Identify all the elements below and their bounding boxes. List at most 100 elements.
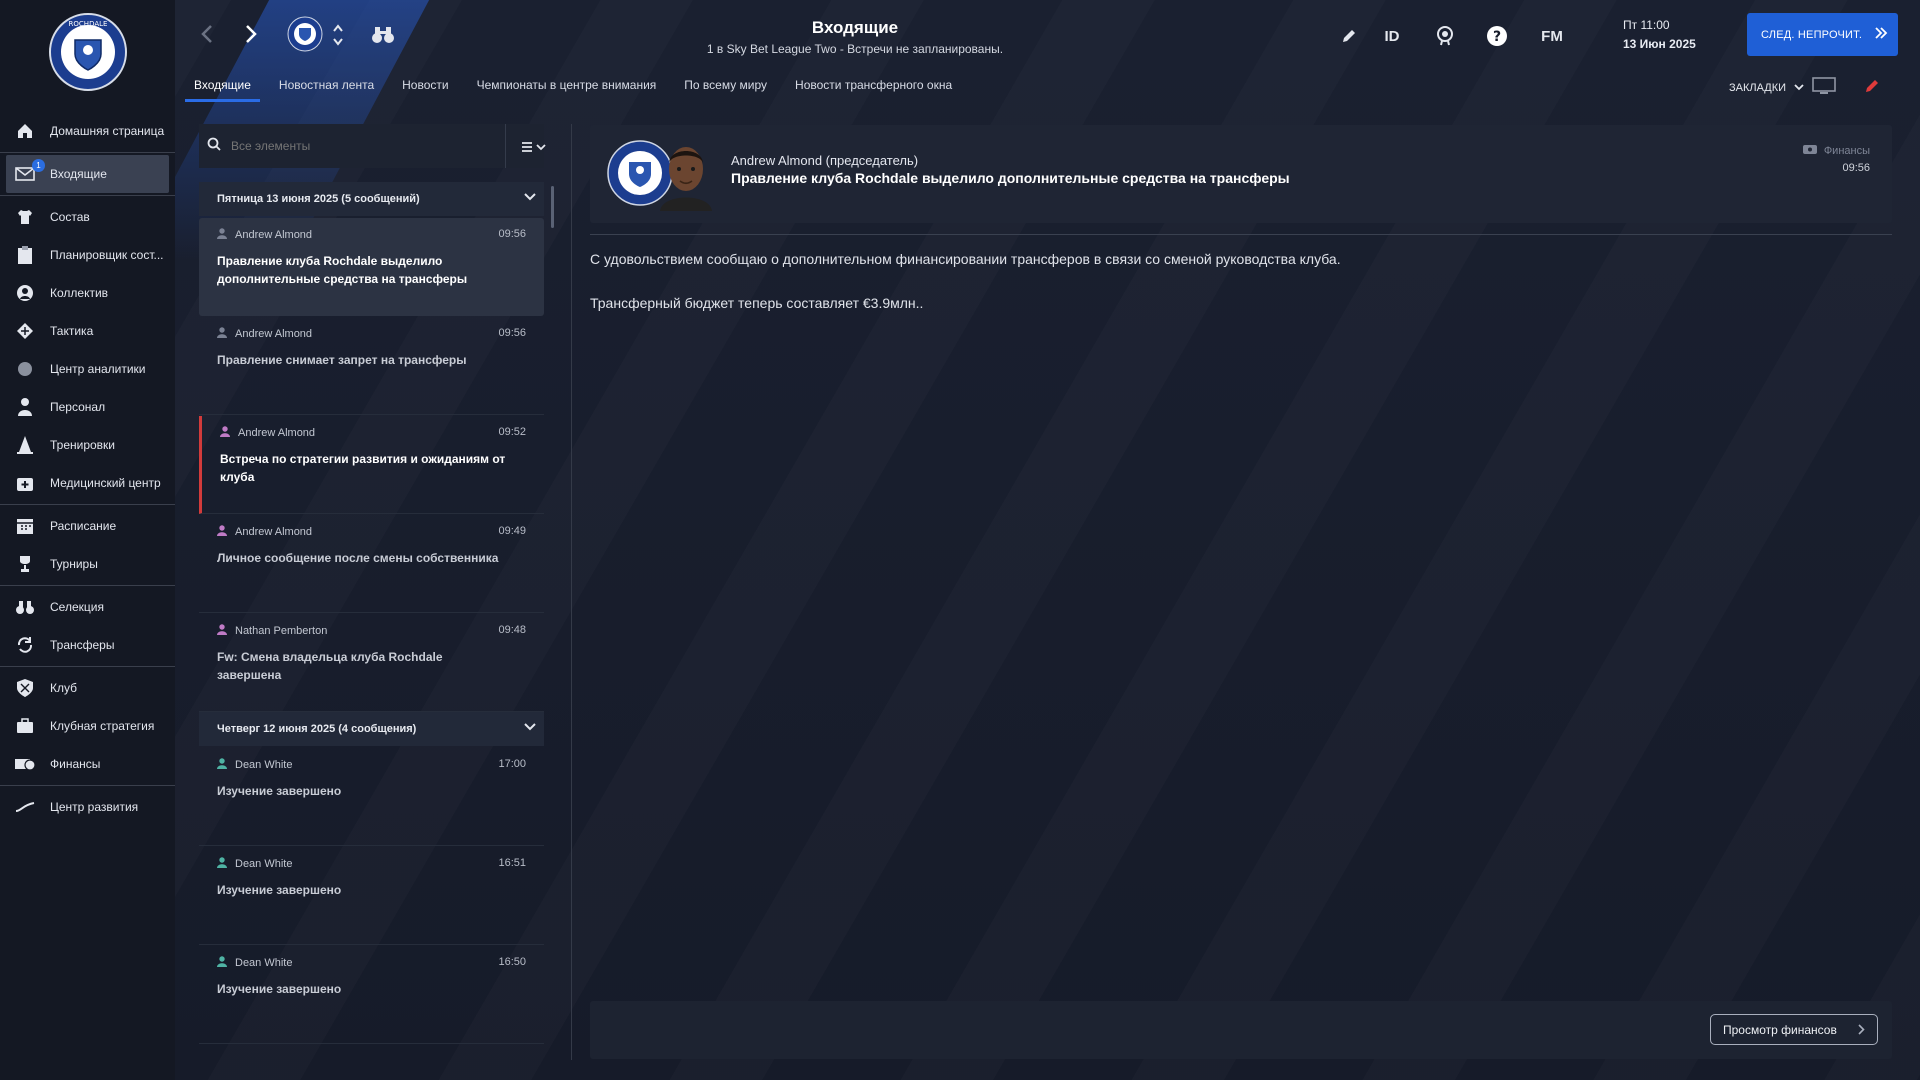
message-time: 09:56	[1842, 162, 1870, 174]
sidebar-item-transfers[interactable]: Трансферы	[0, 626, 175, 664]
tab-transfer-window-news[interactable]: Новости трансферного окна	[786, 74, 961, 102]
page-subtitle: 1 в Sky Bet League Two - Встречи не запл…	[706, 42, 1004, 56]
message-body: С удовольствием сообщаю о дополнительном…	[590, 248, 1890, 336]
sidebar-item-squad-planner[interactable]: Планировщик сост...	[0, 236, 175, 274]
message-sender: Dean White	[235, 759, 293, 771]
list-item[interactable]: Dean White 16:51 Изучение завершено	[199, 847, 544, 945]
sidebar-item-finances[interactable]: Финансы	[0, 745, 175, 783]
divider	[0, 585, 175, 586]
award-icon[interactable]	[1433, 24, 1457, 48]
chevron-down-icon[interactable]	[524, 192, 536, 205]
body-paragraph: С удовольствием сообщаю о дополнительном…	[590, 251, 1341, 267]
pencil-icon[interactable]	[1864, 78, 1880, 97]
search-input[interactable]	[231, 139, 491, 153]
sort-menu-icon[interactable]	[521, 140, 547, 158]
message-time: 17:00	[498, 758, 526, 770]
help-icon[interactable]: ?	[1485, 24, 1509, 48]
binoculars-icon	[14, 596, 36, 618]
fm-menu-button[interactable]: FM	[1535, 24, 1569, 48]
message-subject: Правление клуба Rochdale выделило дополн…	[217, 254, 468, 286]
search-icon	[207, 137, 221, 156]
next-unread-button[interactable]: СЛЕД. НЕПРОЧИТ.	[1747, 13, 1898, 56]
bookmarks-menu[interactable]: ЗАКЛАДКИ	[1729, 76, 1880, 99]
sidebar-item-training[interactable]: Тренировки	[0, 426, 175, 464]
message-subject: Fw: Смена владельца клуба Rochdale завер…	[217, 650, 443, 682]
club-crest[interactable]: ROCHDALE	[48, 12, 128, 92]
monitor-icon[interactable]	[1812, 76, 1836, 99]
list-item[interactable]: Nathan Pemberton 09:48 Fw: Смена владель…	[199, 614, 544, 712]
avatar[interactable]	[656, 135, 716, 211]
list-item[interactable]: Andrew Almond 09:56 Правление снимает за…	[199, 317, 544, 415]
message-header: Andrew Almond (председатель) Правление к…	[590, 125, 1892, 223]
sidebar-item-dynamics[interactable]: Коллектив	[0, 274, 175, 312]
sidebar-item-medical[interactable]: Медицинский центр	[0, 464, 175, 502]
id-button[interactable]: ID	[1380, 24, 1404, 48]
double-chevron-right-icon	[1874, 26, 1888, 43]
chevron-down-icon[interactable]	[524, 722, 536, 735]
divider	[0, 504, 175, 505]
person-icon	[220, 426, 230, 440]
list-item[interactable]: Andrew Almond 09:49 Личное сообщение пос…	[199, 515, 544, 613]
sidebar-item-label: Медицинский центр	[50, 476, 161, 490]
tab-inbox[interactable]: Входящие	[185, 74, 260, 102]
tab-news-feed[interactable]: Новостная лента	[270, 74, 383, 102]
tab-news[interactable]: Новости	[393, 74, 457, 102]
group-title: Пятница 13 июня 2025 (5 сообщений)	[217, 193, 420, 205]
list-item[interactable]: Andrew Almond 09:56 Правление клуба Roch…	[199, 218, 544, 316]
sidebar-item-squad[interactable]: Состав	[0, 198, 175, 236]
sidebar-item-competitions[interactable]: Турниры	[0, 545, 175, 583]
message-time: 09:56	[498, 327, 526, 339]
money-icon	[14, 753, 36, 775]
sidebar-item-club-vision[interactable]: Клубная стратегия	[0, 707, 175, 745]
sidebar-item-label: Клуб	[50, 681, 77, 695]
divider	[505, 124, 506, 168]
sidebar-item-schedule[interactable]: Расписание	[0, 507, 175, 545]
svg-text:?: ?	[1493, 29, 1501, 45]
sidebar-item-label: Состав	[50, 210, 90, 224]
sidebar-item-development[interactable]: Центр развития	[0, 788, 175, 826]
sidebar-item-scouting[interactable]: Селекция	[0, 588, 175, 626]
sidebar-item-club[interactable]: Клуб	[0, 669, 175, 707]
sidebar: ROCHDALE Домашняя страница 1 Входящие Со…	[0, 0, 175, 1080]
divider	[590, 234, 1892, 235]
message-subject: Правление снимает запрет на трансферы	[217, 353, 467, 367]
edit-icon[interactable]	[1337, 24, 1361, 48]
search-bar	[199, 124, 547, 168]
sidebar-item-label: Турниры	[50, 557, 98, 571]
sidebar-item-tactics[interactable]: Тактика	[0, 312, 175, 350]
list-item[interactable]: Andrew Almond 09:52 Встреча по стратегии…	[199, 416, 544, 514]
message-sender: Andrew Almond	[238, 427, 316, 439]
divider	[571, 124, 572, 1060]
message-subject: Встреча по стратегии развития и ожидания…	[220, 452, 506, 484]
transfer-icon	[14, 634, 36, 656]
message-sender: Andrew Almond	[235, 229, 313, 241]
cone-icon	[14, 434, 36, 456]
view-finances-button[interactable]: Просмотр финансов	[1710, 1014, 1878, 1045]
scrollbar[interactable]	[551, 186, 554, 228]
list-item[interactable]: Dean White 17:00 Изучение завершено	[199, 748, 544, 846]
sidebar-item-home[interactable]: Домашняя страница	[0, 112, 175, 150]
growth-icon	[14, 796, 36, 818]
message-time: 16:50	[498, 956, 526, 968]
sidebar-item-label: Тренировки	[50, 438, 116, 452]
tactics-icon	[14, 320, 36, 342]
divider	[0, 152, 175, 153]
body-paragraph: Трансферный бюджет теперь составляет €3.…	[590, 295, 924, 311]
group-header[interactable]: Пятница 13 июня 2025 (5 сообщений)	[199, 182, 544, 216]
message-subject: Изучение завершено	[217, 982, 342, 996]
briefcase-icon	[14, 715, 36, 737]
list-item[interactable]: Dean White 16:50 Изучение завершено	[199, 946, 544, 1044]
calendar-icon	[14, 515, 36, 537]
sidebar-item-inbox[interactable]: 1 Входящие	[6, 155, 169, 193]
sidebar-item-label: Центр аналитики	[50, 362, 146, 376]
sidebar-item-analytics[interactable]: Центр аналитики	[0, 350, 175, 388]
sidebar-item-label: Центр развития	[50, 800, 139, 814]
tab-around-world[interactable]: По всему миру	[675, 74, 776, 102]
divider	[0, 195, 175, 196]
group-header[interactable]: Четверг 12 июня 2025 (4 сообщения)	[199, 712, 544, 746]
message-time: 09:48	[498, 624, 526, 636]
divider	[0, 666, 175, 667]
sidebar-item-label: Входящие	[50, 167, 107, 181]
sidebar-item-staff[interactable]: Персонал	[0, 388, 175, 426]
tab-competitions-spotlight[interactable]: Чемпионаты в центре внимания	[468, 74, 666, 102]
